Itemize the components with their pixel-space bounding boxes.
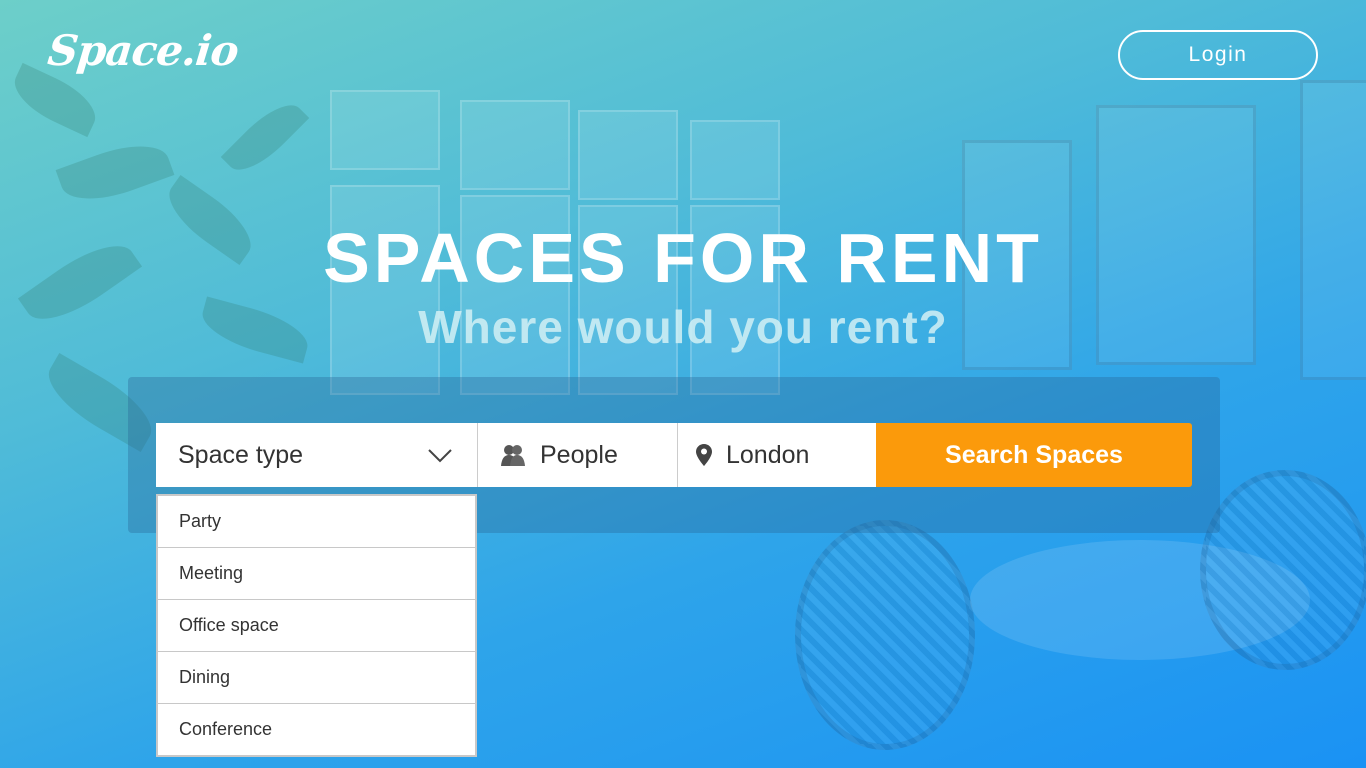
space-type-dropdown: Party Meeting Office space Dining Confer… [156, 494, 477, 757]
people-label: People [540, 440, 618, 469]
hero-title: SPACES FOR RENT [323, 219, 1043, 297]
people-icon [500, 443, 526, 467]
dropdown-option-meeting[interactable]: Meeting [158, 548, 475, 600]
location-value: London [726, 440, 810, 469]
location-input[interactable]: London [678, 423, 876, 487]
brand-logo[interactable]: Space.io [45, 26, 240, 75]
login-button[interactable]: Login [1118, 30, 1318, 80]
dropdown-option-conference[interactable]: Conference [158, 704, 475, 755]
dropdown-option-party[interactable]: Party [158, 496, 475, 548]
chevron-down-icon [427, 443, 453, 474]
dropdown-option-dining[interactable]: Dining [158, 652, 475, 704]
search-spaces-button[interactable]: Search Spaces [876, 423, 1192, 487]
space-type-label: Space type [178, 440, 304, 469]
map-pin-icon [696, 444, 712, 466]
dropdown-option-office-space[interactable]: Office space [158, 600, 475, 652]
hero-subtitle: Where would you rent? [418, 301, 948, 353]
space-type-select[interactable]: Space type [156, 423, 478, 487]
people-input[interactable]: People [478, 423, 678, 487]
